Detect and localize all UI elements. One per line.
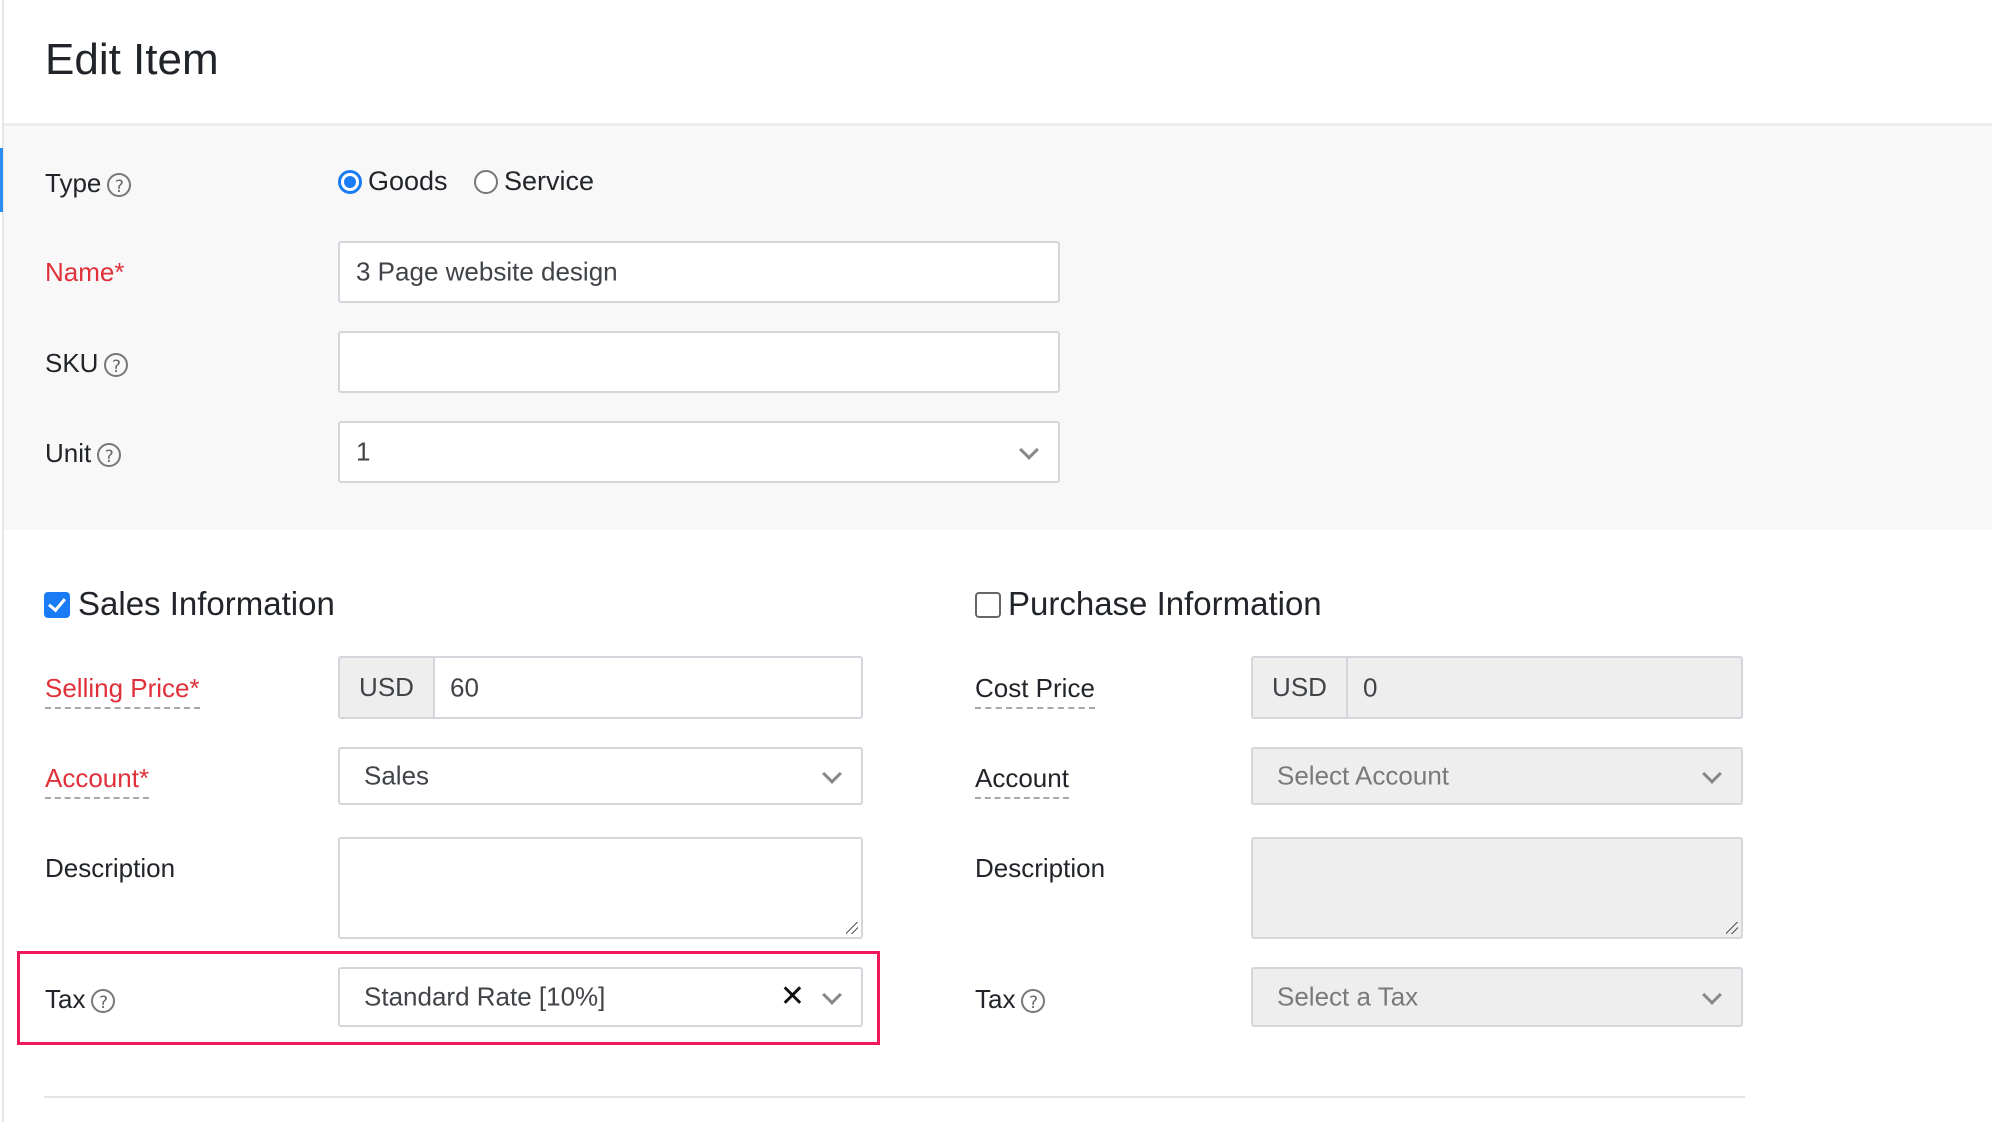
purchase-description-label: Description: [975, 853, 1106, 883]
cost-price-label: Cost Price: [975, 671, 1095, 709]
sales-description-label: Description: [45, 853, 176, 883]
unit-select[interactable]: 1: [338, 421, 1060, 483]
active-indicator: [0, 148, 3, 212]
help-icon[interactable]: ?: [97, 443, 122, 468]
help-icon[interactable]: ?: [107, 173, 132, 198]
chevron-down-icon: [1702, 985, 1722, 1005]
type-radio-group: Goods Service: [338, 166, 594, 197]
purchase-tax-select[interactable]: Select a Tax: [1251, 967, 1743, 1027]
selling-price-label: Selling Price*: [45, 671, 200, 709]
chevron-down-icon: [1702, 764, 1722, 784]
name-label: Name*: [45, 257, 125, 287]
purchase-account-label: Account: [975, 761, 1069, 799]
chevron-down-icon: [1019, 440, 1039, 460]
chevron-down-icon: [822, 764, 842, 784]
resize-handle-icon[interactable]: [1726, 922, 1738, 934]
section-divider: [44, 1096, 1745, 1098]
purchase-description-textarea[interactable]: [1251, 837, 1743, 939]
sales-description-textarea[interactable]: [338, 837, 863, 939]
resize-handle-icon[interactable]: [846, 922, 858, 934]
currency-prefix: USD: [340, 658, 435, 717]
purchase-enabled-checkbox[interactable]: [975, 592, 1001, 618]
radio-unselected-icon[interactable]: [474, 169, 499, 194]
sales-account-label: Account*: [45, 761, 150, 799]
selling-price-input[interactable]: USD 60: [338, 656, 863, 719]
highlight-box: [17, 951, 880, 1045]
unit-label: Unit?: [45, 436, 122, 470]
sales-enabled-checkbox[interactable]: [44, 592, 70, 618]
radio-goods[interactable]: Goods: [338, 166, 452, 196]
sales-section-title: Sales Information: [78, 585, 335, 622]
purchase-tax-label: Tax?: [975, 982, 1046, 1016]
page-title: Edit Item: [45, 35, 219, 84]
sku-input[interactable]: [338, 331, 1060, 393]
name-input[interactable]: 3 Page website design: [338, 241, 1060, 303]
purchase-account-select[interactable]: Select Account: [1251, 747, 1743, 805]
purchase-section-title: Purchase Information: [1008, 585, 1322, 622]
help-icon[interactable]: ?: [1021, 989, 1046, 1014]
cost-price-input[interactable]: USD 0: [1251, 656, 1743, 719]
type-label: Type?: [45, 166, 132, 200]
sales-account-select[interactable]: Sales: [338, 747, 863, 805]
radio-selected-icon[interactable]: [338, 169, 362, 194]
radio-service[interactable]: Service: [474, 166, 594, 196]
help-icon[interactable]: ?: [104, 353, 129, 378]
sku-label: SKU?: [45, 346, 129, 380]
currency-prefix: USD: [1253, 658, 1348, 717]
